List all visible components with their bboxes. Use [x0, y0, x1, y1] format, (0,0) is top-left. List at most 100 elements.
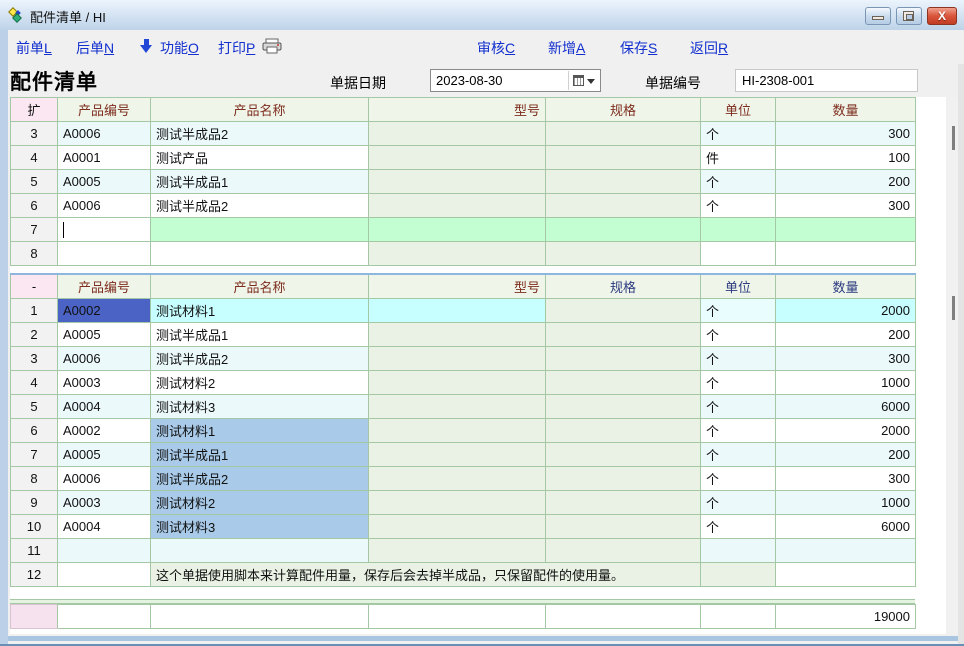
cell-qty[interactable]: 300	[776, 122, 916, 146]
cell-qty[interactable]: 2000	[776, 418, 916, 442]
cell-spec[interactable]	[546, 194, 701, 218]
cell-model[interactable]	[369, 298, 546, 322]
row-number[interactable]: 2	[11, 322, 58, 346]
next-doc-button[interactable]: 后单N	[76, 38, 114, 58]
cell-unit[interactable]: 个	[701, 194, 776, 218]
cell-code[interactable]: A0001	[58, 146, 151, 170]
cell-qty[interactable]: 200	[776, 170, 916, 194]
cell-unit[interactable]: 个	[701, 442, 776, 466]
cell-name[interactable]: 测试材料2	[151, 490, 369, 514]
cell-qty[interactable]: 200	[776, 442, 916, 466]
cell-name[interactable]: 测试半成品1	[151, 442, 369, 466]
upper-grid-scroll-thumb[interactable]	[952, 126, 955, 150]
maximize-button[interactable]	[896, 7, 922, 25]
cell-name[interactable]: 测试材料3	[151, 514, 369, 538]
cell-code[interactable]: A0006	[58, 194, 151, 218]
row-number[interactable]: 8	[11, 242, 58, 266]
column-header-spec[interactable]: 规格	[546, 98, 701, 122]
row-number[interactable]: 10	[11, 514, 58, 538]
cell-unit[interactable]: 个	[701, 370, 776, 394]
cell-code[interactable]	[58, 538, 151, 562]
cell-spec[interactable]	[546, 298, 701, 322]
cell-code[interactable]: A0002	[58, 418, 151, 442]
close-button[interactable]: X	[927, 7, 957, 25]
row-number[interactable]: 1	[11, 298, 58, 322]
cell-qty[interactable]: 6000	[776, 514, 916, 538]
cell-code[interactable]: A0005	[58, 322, 151, 346]
cell-name[interactable]	[151, 218, 369, 242]
cell-unit[interactable]: 个	[701, 298, 776, 322]
cell-code[interactable]	[58, 242, 151, 266]
cell-unit[interactable]: 个	[701, 394, 776, 418]
cell-name[interactable]: 测试半成品2	[151, 346, 369, 370]
cell-model[interactable]	[369, 370, 546, 394]
cell-code[interactable]: A0003	[58, 370, 151, 394]
date-dropdown-button[interactable]	[568, 71, 599, 90]
cell-spec[interactable]	[546, 418, 701, 442]
row-number[interactable]: 7	[11, 218, 58, 242]
print-button[interactable]: 打印P	[218, 38, 255, 58]
cell-qty qty[interactable]	[776, 562, 916, 586]
cell-spec[interactable]	[546, 514, 701, 538]
new-button[interactable]: 新增A	[548, 38, 585, 58]
row-number[interactable]: 9	[11, 490, 58, 514]
row-number[interactable]: 5	[11, 394, 58, 418]
row-number[interactable]: 7	[11, 442, 58, 466]
cell-unit[interactable]	[701, 538, 776, 562]
cell-qty[interactable]: 300	[776, 466, 916, 490]
cell-qty[interactable]: 300	[776, 194, 916, 218]
cell-model[interactable]	[369, 466, 546, 490]
row-number[interactable]: 3	[11, 122, 58, 146]
cell-unit[interactable]	[701, 242, 776, 266]
cell-model[interactable]	[369, 218, 546, 242]
printer-icon[interactable]	[262, 38, 282, 54]
column-header-spec[interactable]: 规格	[546, 274, 701, 298]
cell-unit[interactable]: 个	[701, 346, 776, 370]
cell-qty[interactable]: 100	[776, 146, 916, 170]
row-number[interactable]: 4	[11, 370, 58, 394]
cell-model[interactable]	[369, 514, 546, 538]
column-header-qty[interactable]: 数量	[776, 274, 916, 298]
cell-code[interactable]: A0003	[58, 490, 151, 514]
grid-corner-header[interactable]: 扩	[11, 98, 58, 122]
cell-model[interactable]	[369, 490, 546, 514]
cell-unit[interactable]: 个	[701, 466, 776, 490]
cell-spec[interactable]	[546, 370, 701, 394]
cell-name[interactable]: 测试材料1	[151, 418, 369, 442]
cell-name[interactable]: 测试半成品1	[151, 322, 369, 346]
cell-spec[interactable]	[546, 146, 701, 170]
lower-grid-scroll-thumb[interactable]	[952, 296, 955, 320]
column-header-model[interactable]: 型号	[369, 274, 546, 298]
doc-no-input[interactable]: HI-2308-001	[735, 69, 918, 92]
column-header-unit[interactable]: 单位	[701, 274, 776, 298]
cell-name[interactable]: 测试材料2	[151, 370, 369, 394]
cell-qty[interactable]	[776, 218, 916, 242]
cell-name[interactable]: 测试半成品2	[151, 466, 369, 490]
cell-name[interactable]: 测试材料3	[151, 394, 369, 418]
cell-code[interactable]: A0006	[58, 122, 151, 146]
row-number[interactable]: 3	[11, 346, 58, 370]
cell-model[interactable]	[369, 346, 546, 370]
row-number[interactable]: 6	[11, 418, 58, 442]
cell-model[interactable]	[369, 170, 546, 194]
cell-unit[interactable]: 个	[701, 122, 776, 146]
function-menu-button[interactable]: 功能O	[160, 38, 199, 58]
row-number[interactable]: 5	[11, 170, 58, 194]
prev-doc-button[interactable]: 前单L	[16, 38, 52, 58]
date-input[interactable]: 2023-08-30	[430, 69, 601, 92]
cell-spec[interactable]	[546, 466, 701, 490]
column-header-code[interactable]: 产品编号	[58, 98, 151, 122]
cell-spec[interactable]	[546, 242, 701, 266]
column-header-code[interactable]: 产品编号	[58, 274, 151, 298]
cell-spec[interactable]	[546, 490, 701, 514]
cell-code-focused[interactable]: A0002	[58, 298, 151, 322]
cell-name[interactable]: 测试半成品1	[151, 170, 369, 194]
cell-qty[interactable]: 1000	[776, 370, 916, 394]
row-number[interactable]: 6	[11, 194, 58, 218]
cell-name[interactable]: 测试材料1	[151, 298, 369, 322]
cell-spec[interactable]	[546, 346, 701, 370]
cell-model[interactable]	[369, 242, 546, 266]
cell-code-editing[interactable]	[58, 218, 151, 242]
column-header-unit[interactable]: 单位	[701, 98, 776, 122]
cell-name[interactable]: 测试半成品2	[151, 122, 369, 146]
